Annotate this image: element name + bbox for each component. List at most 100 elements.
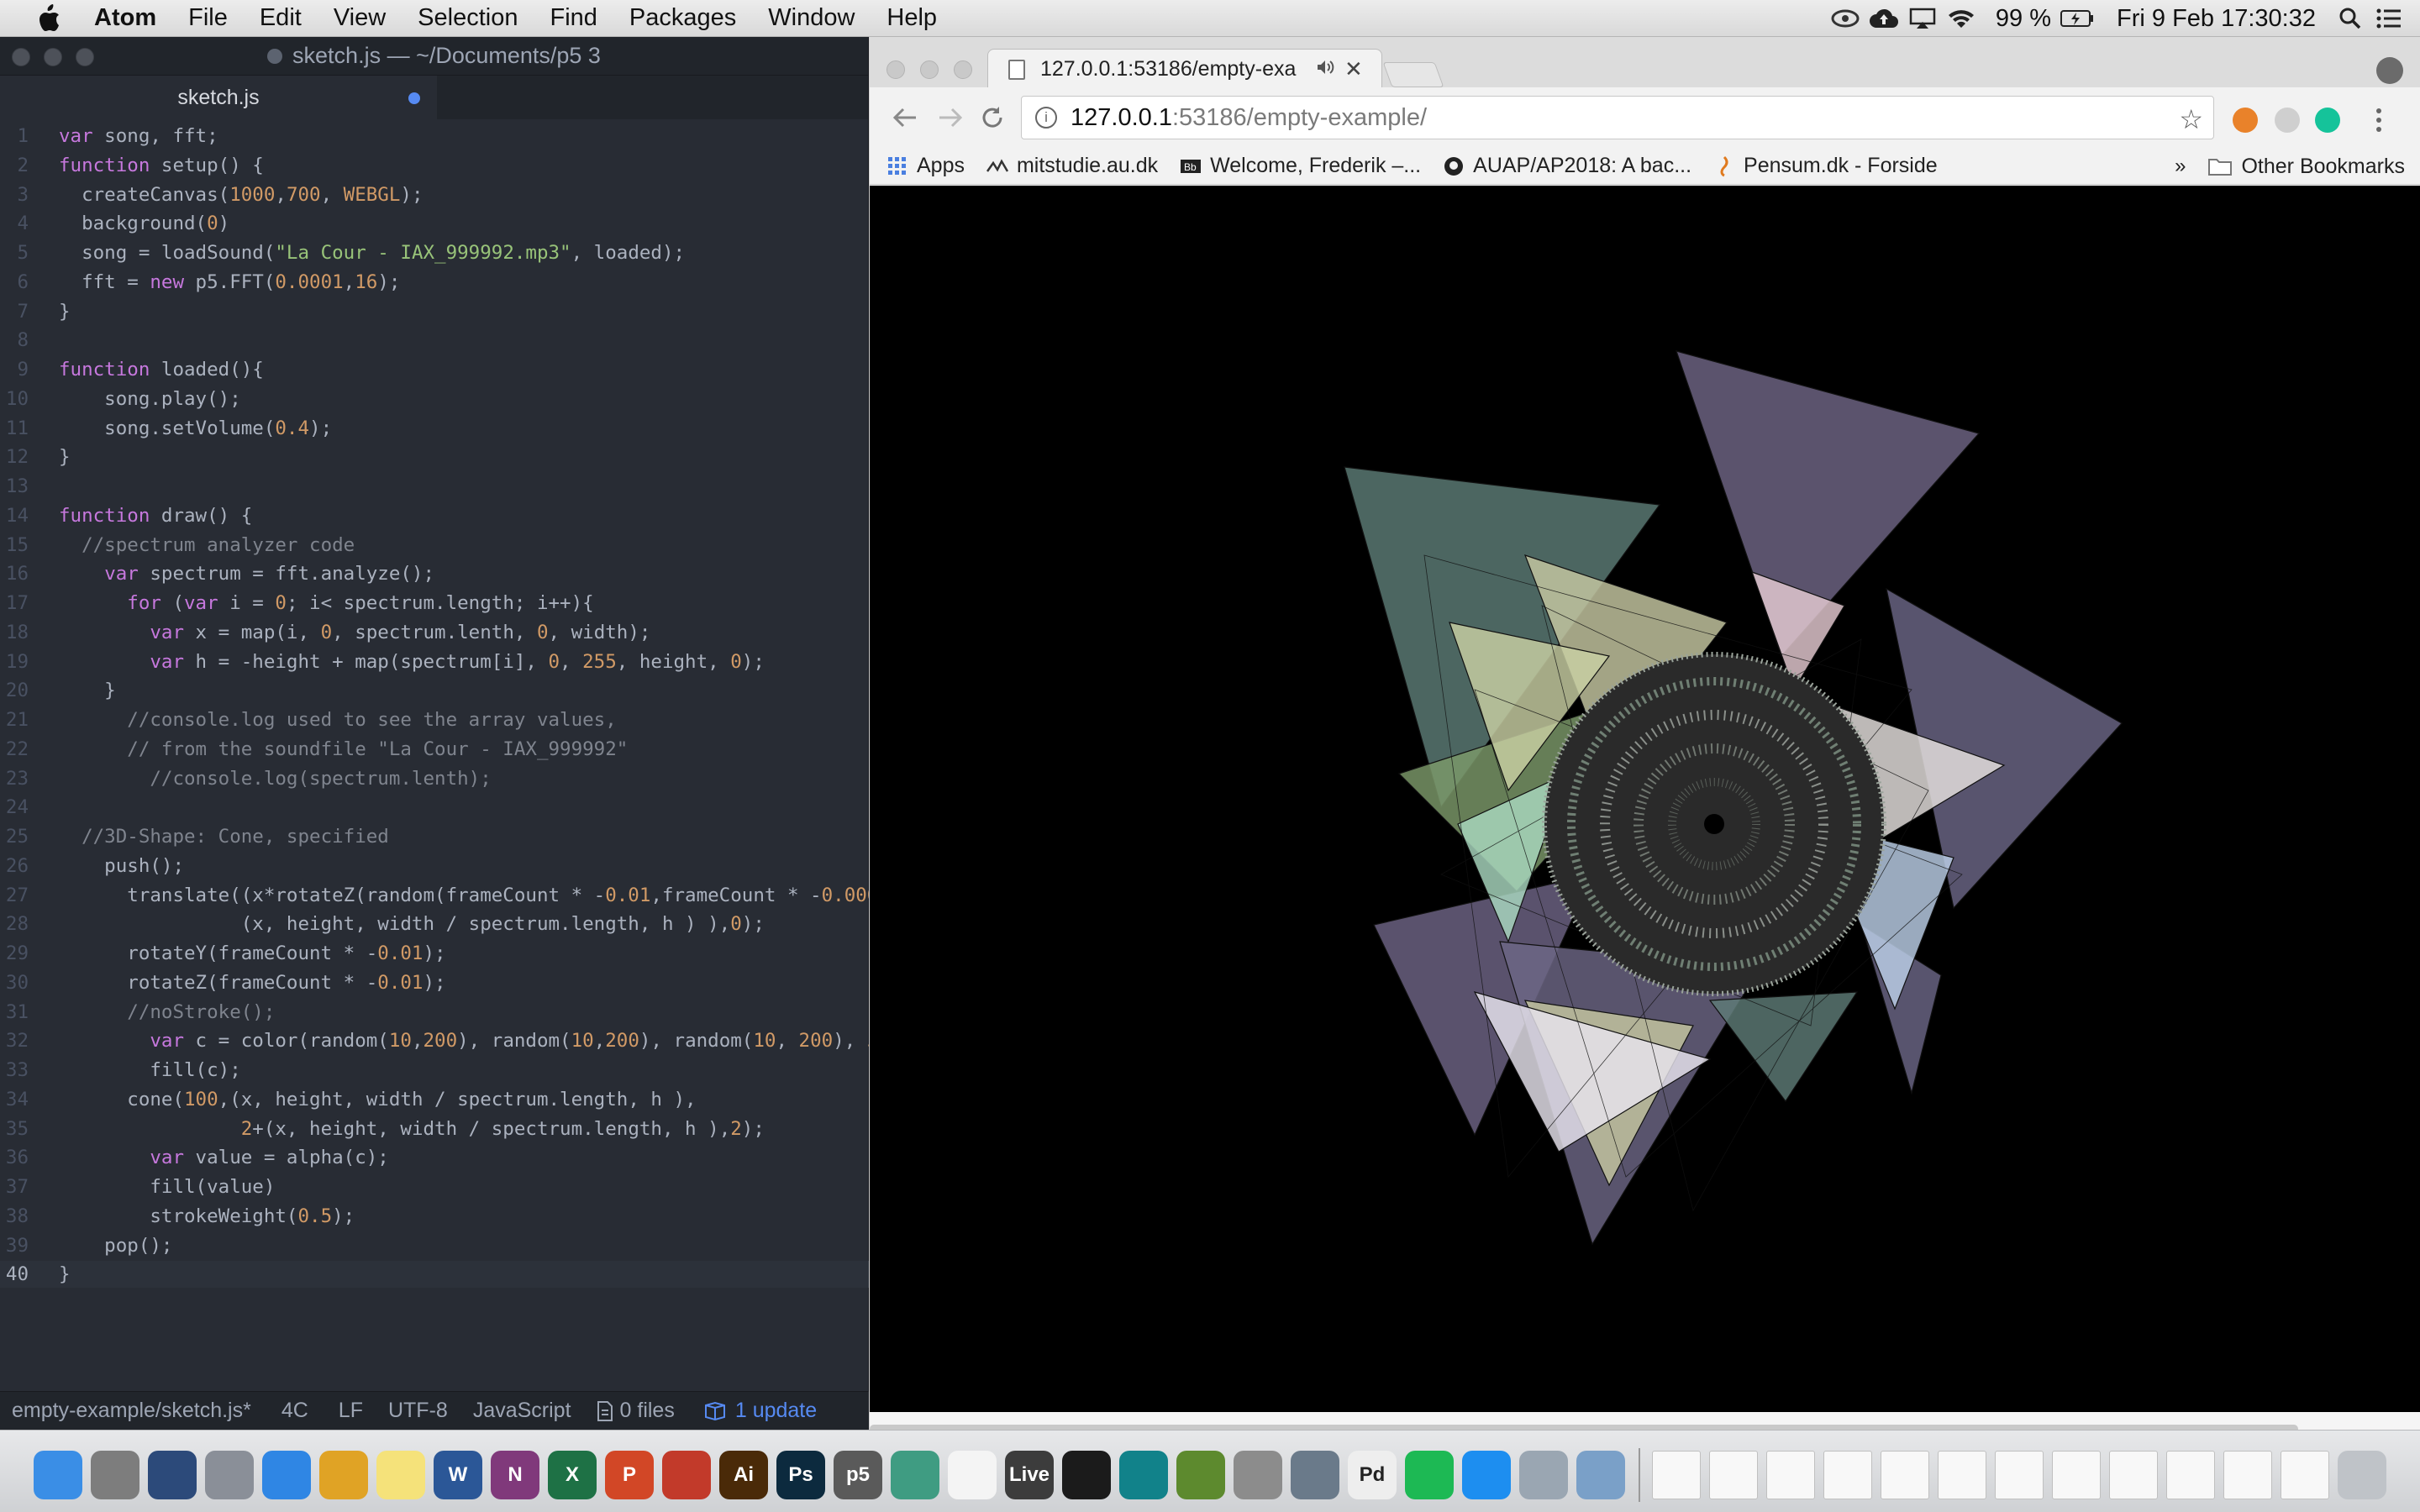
code-line[interactable]: 21 //console.log used to see the array v… <box>0 706 869 733</box>
grammarly-icon[interactable] <box>2315 108 2340 133</box>
bookmark-star-icon[interactable]: ☆ <box>2179 103 2203 135</box>
line-number[interactable]: 33 <box>0 1057 29 1084</box>
line-number[interactable]: 13 <box>0 473 29 500</box>
line-number[interactable]: 39 <box>0 1232 29 1259</box>
menu-atom[interactable]: Atom <box>94 4 156 32</box>
line-number[interactable]: 31 <box>0 999 29 1026</box>
spotify-icon[interactable] <box>1405 1451 1454 1499</box>
status-line-ending[interactable]: LF <box>339 1399 363 1423</box>
line-text[interactable]: fill(c); <box>59 1057 240 1084</box>
line-number[interactable]: 37 <box>0 1173 29 1200</box>
bookmark-mitstudie[interactable]: mitstudie.au.dk <box>986 154 1158 178</box>
zoom-button[interactable] <box>76 48 94 66</box>
menu-edit[interactable]: Edit <box>260 4 302 32</box>
line-text[interactable]: var h = -height + map(spectrum[i], 0, 25… <box>59 648 765 675</box>
code-line[interactable]: 18 var x = map(i, 0, spectrum.lenth, 0, … <box>0 619 869 646</box>
line-number[interactable]: 19 <box>0 648 29 675</box>
line-number[interactable]: 34 <box>0 1086 29 1113</box>
status-encoding[interactable]: UTF-8 <box>388 1399 448 1423</box>
line-number[interactable]: 32 <box>0 1027 29 1054</box>
illustrator-icon[interactable]: Ai <box>719 1451 768 1499</box>
status-update[interactable]: 1 update <box>703 1399 817 1423</box>
cinema4d-icon[interactable] <box>1062 1451 1111 1499</box>
chrome-tab[interactable]: 127.0.0.1:53186/empty-exa ✕ <box>987 49 1382 89</box>
code-line[interactable]: 36 var value = alpha(c); <box>0 1144 869 1171</box>
line-text[interactable]: function loaded(){ <box>59 356 264 383</box>
code-line[interactable]: 33 fill(c); <box>0 1057 869 1084</box>
modified-indicator-icon[interactable] <box>408 92 420 104</box>
system-preferences-icon[interactable] <box>91 1451 139 1499</box>
bookmark-pensum[interactable]: Pensum.dk - Forside <box>1713 154 1938 178</box>
code-line[interactable]: 3 createCanvas(1000,700, WEBGL); <box>0 181 869 208</box>
forward-arrow-icon[interactable] <box>932 99 969 136</box>
notes-icon[interactable] <box>376 1451 425 1499</box>
code-line[interactable]: 10 song.play(); <box>0 386 869 412</box>
code-line[interactable]: 13 <box>0 473 869 500</box>
code-line[interactable]: 29 rotateY(frameCount * -0.01); <box>0 940 869 967</box>
code-line[interactable]: 30 rotateZ(frameCount * -0.01); <box>0 969 869 996</box>
menubar-clock[interactable]: Fri 9 Feb 17:30:32 <box>2117 5 2316 33</box>
line-text[interactable]: //noStroke(); <box>59 999 275 1026</box>
menu-window[interactable]: Window <box>768 4 855 32</box>
tab-sketch-js[interactable]: sketch.js <box>0 76 437 119</box>
dock-document-thumbnail[interactable] <box>2166 1451 2215 1499</box>
line-text[interactable]: var c = color(random(10,200), random(10,… <box>59 1027 869 1054</box>
line-text[interactable]: createCanvas(1000,700, WEBGL); <box>59 181 423 208</box>
line-number[interactable]: 40 <box>0 1261 29 1288</box>
line-number[interactable]: 11 <box>0 415 29 442</box>
line-number[interactable]: 12 <box>0 444 29 470</box>
chrome-close-button[interactable] <box>886 60 905 79</box>
code-line[interactable]: 2 function setup() { <box>0 152 869 179</box>
trash-icon[interactable] <box>2338 1451 2386 1499</box>
line-number[interactable]: 25 <box>0 823 29 850</box>
code-line[interactable]: 7} <box>0 298 869 325</box>
line-number[interactable]: 27 <box>0 882 29 909</box>
line-text[interactable]: //console.log used to see the array valu… <box>59 706 616 733</box>
status-file-path[interactable]: empty-example/sketch.js* <box>12 1399 251 1423</box>
line-text[interactable]: fill(value) <box>59 1173 275 1200</box>
line-text[interactable]: function setup() { <box>59 152 264 179</box>
line-number[interactable]: 23 <box>0 765 29 792</box>
line-text[interactable]: } <box>59 444 71 470</box>
line-text[interactable]: song.setVolume(0.4); <box>59 415 332 442</box>
battery-percent[interactable]: 99 % <box>1996 5 2051 33</box>
code-line[interactable]: 37 fill(value) <box>0 1173 869 1200</box>
cloud-upload-icon[interactable] <box>1865 0 1903 37</box>
photoshop-icon[interactable]: Ps <box>776 1451 825 1499</box>
spotlight-search-icon[interactable] <box>2331 0 2370 37</box>
line-text[interactable]: song.play(); <box>59 386 241 412</box>
processing-icon[interactable] <box>948 1451 997 1499</box>
line-text[interactable]: // from the soundfile "La Cour - IAX_999… <box>59 736 628 763</box>
atom-app-icon[interactable] <box>891 1451 939 1499</box>
line-text[interactable]: } <box>59 1261 71 1288</box>
line-number[interactable]: 38 <box>0 1203 29 1230</box>
line-number[interactable]: 17 <box>0 590 29 617</box>
line-number[interactable]: 20 <box>0 677 29 704</box>
chrome-minimize-button[interactable] <box>920 60 939 79</box>
menu-selection[interactable]: Selection <box>418 4 518 32</box>
excel-icon[interactable]: X <box>548 1451 597 1499</box>
status-git-files[interactable]: 0 files <box>597 1399 675 1423</box>
code-line[interactable]: 22 // from the soundfile "La Cour - IAX_… <box>0 736 869 763</box>
chrome-menu-icon[interactable] <box>2375 108 2384 133</box>
line-text[interactable]: rotateZ(frameCount * -0.01); <box>59 969 445 996</box>
onenote-icon[interactable]: N <box>491 1451 539 1499</box>
extension-cloud-icon[interactable] <box>2275 108 2300 133</box>
dock-document-thumbnail[interactable] <box>1652 1451 1701 1499</box>
line-text[interactable]: //3D-Shape: Cone, specified <box>59 823 389 850</box>
line-text[interactable]: } <box>59 677 116 704</box>
line-number[interactable]: 7 <box>0 298 29 325</box>
line-text[interactable]: cone(100,(x, height, width / spectrum.le… <box>59 1086 696 1113</box>
line-text[interactable]: fft = new p5.FFT(0.0001,16); <box>59 269 400 296</box>
line-number[interactable]: 8 <box>0 327 29 354</box>
line-number[interactable]: 10 <box>0 386 29 412</box>
code-line[interactable]: 5 song = loadSound("La Cour - IAX_999992… <box>0 239 869 266</box>
menu-view[interactable]: View <box>334 4 386 32</box>
minecraft-icon[interactable] <box>1176 1451 1225 1499</box>
code-line[interactable]: 23 //console.log(spectrum.lenth); <box>0 765 869 792</box>
bookmark-welcome[interactable]: Bb Welcome, Frederik –... <box>1180 154 1421 178</box>
bookmarks-overflow-icon[interactable]: » <box>2175 155 2186 178</box>
code-line[interactable]: 1 var song, fft; <box>0 123 869 150</box>
line-text[interactable]: rotateY(frameCount * -0.01); <box>59 940 445 967</box>
line-number[interactable]: 35 <box>0 1116 29 1142</box>
